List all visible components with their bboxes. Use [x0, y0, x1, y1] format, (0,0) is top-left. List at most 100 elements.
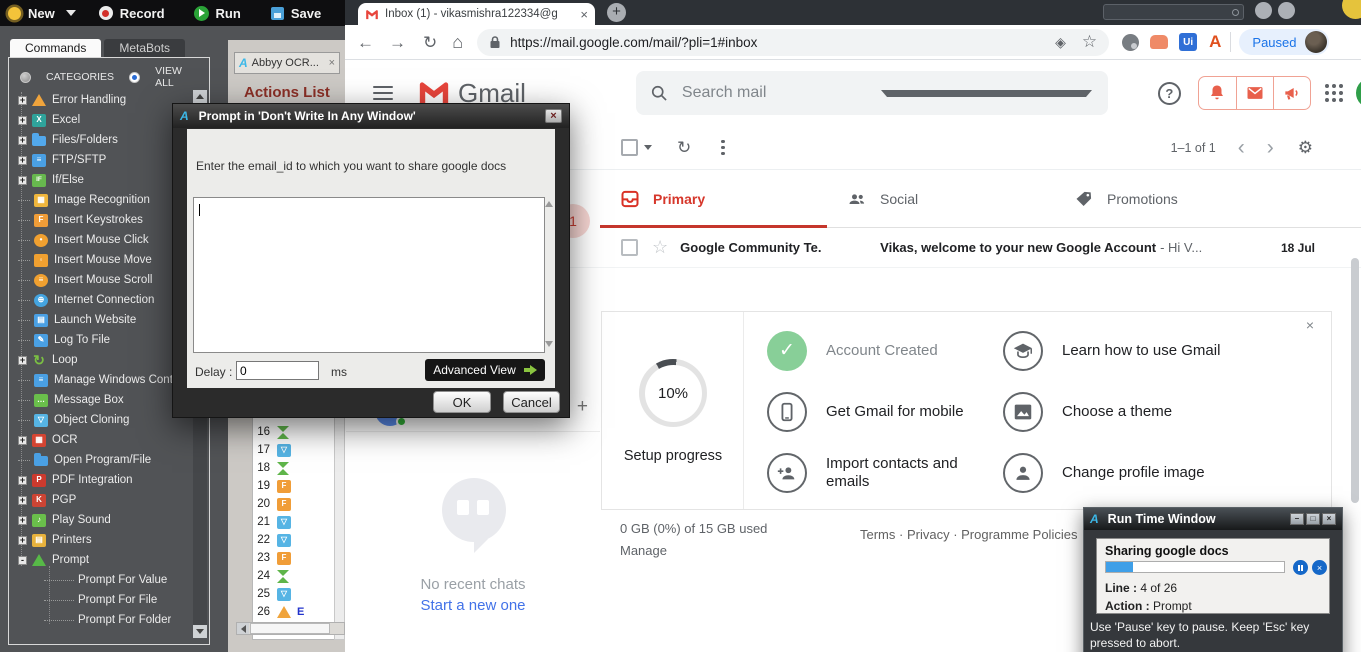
browser-tab-inbox[interactable]: Inbox (1) - vikasmishra122334@g × — [358, 3, 595, 25]
delay-input[interactable] — [236, 361, 319, 380]
bookmark-diamond-icon[interactable]: ◈ — [1055, 34, 1066, 51]
command-item-prompt-for-file[interactable]: Prompt For File — [11, 590, 179, 610]
tab-metabots[interactable]: MetaBots — [104, 39, 186, 58]
command-item-files-folders[interactable]: + Files/Folders — [11, 130, 179, 150]
expand-toggle-icon[interactable]: + — [18, 435, 27, 445]
newer-page-icon[interactable]: ‹ — [1238, 137, 1245, 158]
scroll-up-button[interactable] — [193, 90, 207, 103]
footer-link-privacy[interactable]: Privacy — [907, 527, 950, 542]
command-item-ocr[interactable]: + ▦ OCR — [11, 430, 179, 450]
envelope-icon[interactable] — [1235, 77, 1273, 109]
setup-item-learn-how-to-use-gmail[interactable]: Learn how to use Gmail — [1003, 320, 1303, 381]
command-item-insert-mouse-scroll[interactable]: ≡ Insert Mouse Scroll — [11, 270, 179, 290]
expand-toggle-icon[interactable]: + — [18, 355, 27, 365]
command-item-insert-mouse-click[interactable]: • Insert Mouse Click — [11, 230, 179, 250]
scroll-left-button[interactable] — [237, 623, 249, 634]
minimize-icon[interactable]: – — [1290, 513, 1304, 525]
bookmark-star-icon[interactable]: ☆ — [1082, 32, 1097, 52]
stop-button[interactable]: × — [1312, 560, 1327, 575]
close-icon[interactable]: × — [329, 57, 335, 69]
expand-toggle-icon[interactable]: + — [18, 495, 27, 505]
action-row-25[interactable]: 25 ▽ — [253, 585, 333, 603]
manage-link[interactable]: Manage — [620, 543, 667, 558]
run-button[interactable]: Run — [216, 6, 241, 21]
footer-link-terms[interactable]: Terms — [860, 527, 895, 542]
action-row-17[interactable]: 17 ▽ — [253, 441, 333, 459]
new-dropdown-icon[interactable] — [65, 10, 76, 16]
star-icon[interactable]: ☆ — [652, 237, 668, 258]
settings-gear-icon[interactable]: ⚙ — [1298, 138, 1313, 158]
profile-avatar[interactable] — [1304, 31, 1327, 53]
scroll-down-icon[interactable] — [545, 341, 553, 347]
action-row-18[interactable]: 18 — [253, 459, 333, 477]
command-item-insert-keystrokes[interactable]: F Insert Keystrokes — [11, 210, 179, 230]
expand-toggle-icon[interactable]: + — [18, 115, 27, 125]
cancel-button[interactable]: Cancel — [503, 391, 560, 413]
command-item-pgp[interactable]: + K PGP — [11, 490, 179, 510]
action-row-26[interactable]: 26 E — [253, 603, 333, 621]
tab-social[interactable]: Social — [827, 170, 1054, 227]
maximize-icon[interactable]: □ — [1306, 513, 1320, 525]
setup-item-choose-a-theme[interactable]: Choose a theme — [1003, 381, 1303, 442]
bell-icon[interactable] — [1199, 77, 1236, 109]
new-tab-button[interactable]: + — [607, 3, 626, 22]
command-item-loop[interactable]: + ↻ Loop — [11, 350, 179, 370]
account-avatar[interactable]: V — [1355, 78, 1361, 108]
automation-anywhere-extension-icon[interactable]: A — [1209, 32, 1221, 52]
dialog-title-bar[interactable]: A Prompt in 'Don't Write In Any Window' … — [173, 104, 569, 128]
command-item-prompt-for-value[interactable]: Prompt For Value — [11, 570, 179, 590]
scroll-up-icon[interactable] — [545, 201, 553, 207]
expand-toggle-icon[interactable]: + — [18, 175, 27, 185]
setup-item-get-gmail-for-mobile[interactable]: Get Gmail for mobile — [767, 381, 1003, 442]
paused-status-chip[interactable]: Paused — [1239, 29, 1329, 55]
collapse-toggle-icon[interactable]: - — [18, 555, 27, 565]
setup-item-account-created[interactable]: ✓ Account Created — [767, 320, 1003, 381]
command-item-message-box[interactable]: … Message Box — [11, 390, 179, 410]
tab-commands[interactable]: Commands — [10, 39, 102, 58]
expand-toggle-icon[interactable]: + — [18, 475, 27, 485]
extension-icon[interactable] — [1150, 35, 1169, 49]
save-button[interactable]: Save — [291, 6, 321, 21]
prompt-input-textarea[interactable] — [193, 197, 545, 353]
extension-icon[interactable] — [1122, 33, 1140, 51]
command-item-printers[interactable]: + ▤ Printers — [11, 530, 179, 550]
start-new-chat-link[interactable]: Start a new one — [346, 597, 600, 614]
expand-toggle-icon[interactable]: + — [18, 155, 27, 165]
command-item-prompt-for-folder[interactable]: Prompt For Folder — [11, 610, 179, 630]
google-apps-icon[interactable] — [1324, 83, 1344, 103]
view-all-radio[interactable] — [129, 71, 141, 83]
command-item-object-cloning[interactable]: ▽ Object Cloning — [11, 410, 179, 430]
refresh-icon[interactable]: ↻ — [677, 138, 691, 158]
command-item-image-recognition[interactable]: ▦ Image Recognition — [11, 190, 179, 210]
action-row-22[interactable]: 22 ▽ — [253, 531, 333, 549]
command-item-internet-connection[interactable]: ⊕ Internet Connection — [11, 290, 179, 310]
footer-link-programme-policies[interactable]: Programme Policies — [961, 527, 1077, 542]
command-item-error-handling[interactable]: + Error Handling — [11, 90, 179, 110]
command-item-if-else[interactable]: + IF If/Else — [11, 170, 179, 190]
action-row-23[interactable]: 23 F — [253, 549, 333, 567]
command-item-excel[interactable]: + X Excel — [11, 110, 179, 130]
runtime-title-bar[interactable]: A Run Time Window – □ × — [1084, 508, 1342, 530]
forward-icon[interactable]: → — [389, 34, 406, 51]
megaphone-icon[interactable] — [1272, 77, 1310, 109]
mail-search-bar[interactable]: Search mail — [635, 71, 1108, 115]
action-row-21[interactable]: 21 ▽ — [253, 513, 333, 531]
page-scrollbar-thumb[interactable] — [1351, 258, 1359, 503]
new-chat-icon[interactable]: + — [577, 396, 588, 418]
setup-item-import-contacts-and-emails[interactable]: Import contacts and emails — [767, 442, 1003, 503]
command-item-ftp-sftp[interactable]: + ≡ FTP/SFTP — [11, 150, 179, 170]
address-bar[interactable]: https://mail.google.com/mail/?pli=1#inbo… — [477, 28, 1110, 56]
actions-tab-abbyy[interactable]: A Abbyy OCR... × — [234, 52, 340, 74]
record-button[interactable]: Record — [120, 6, 165, 21]
command-item-log-to-file[interactable]: ✎ Log To File — [11, 330, 179, 350]
select-all-checkbox[interactable] — [621, 139, 638, 156]
uipath-extension-icon[interactable]: Ui — [1179, 33, 1198, 51]
menu-icon[interactable] — [373, 82, 393, 104]
tab-promotions[interactable]: Promotions — [1054, 170, 1281, 227]
help-icon[interactable]: ? — [1157, 81, 1181, 105]
advanced-view-button[interactable]: Advanced View — [425, 359, 545, 381]
command-item-play-sound[interactable]: + ♪ Play Sound — [11, 510, 179, 530]
command-item-manage-windows-contro[interactable]: ≡ Manage Windows Contro — [11, 370, 179, 390]
email-checkbox[interactable] — [621, 239, 638, 256]
command-item-open-program-file[interactable]: Open Program/File — [11, 450, 179, 470]
